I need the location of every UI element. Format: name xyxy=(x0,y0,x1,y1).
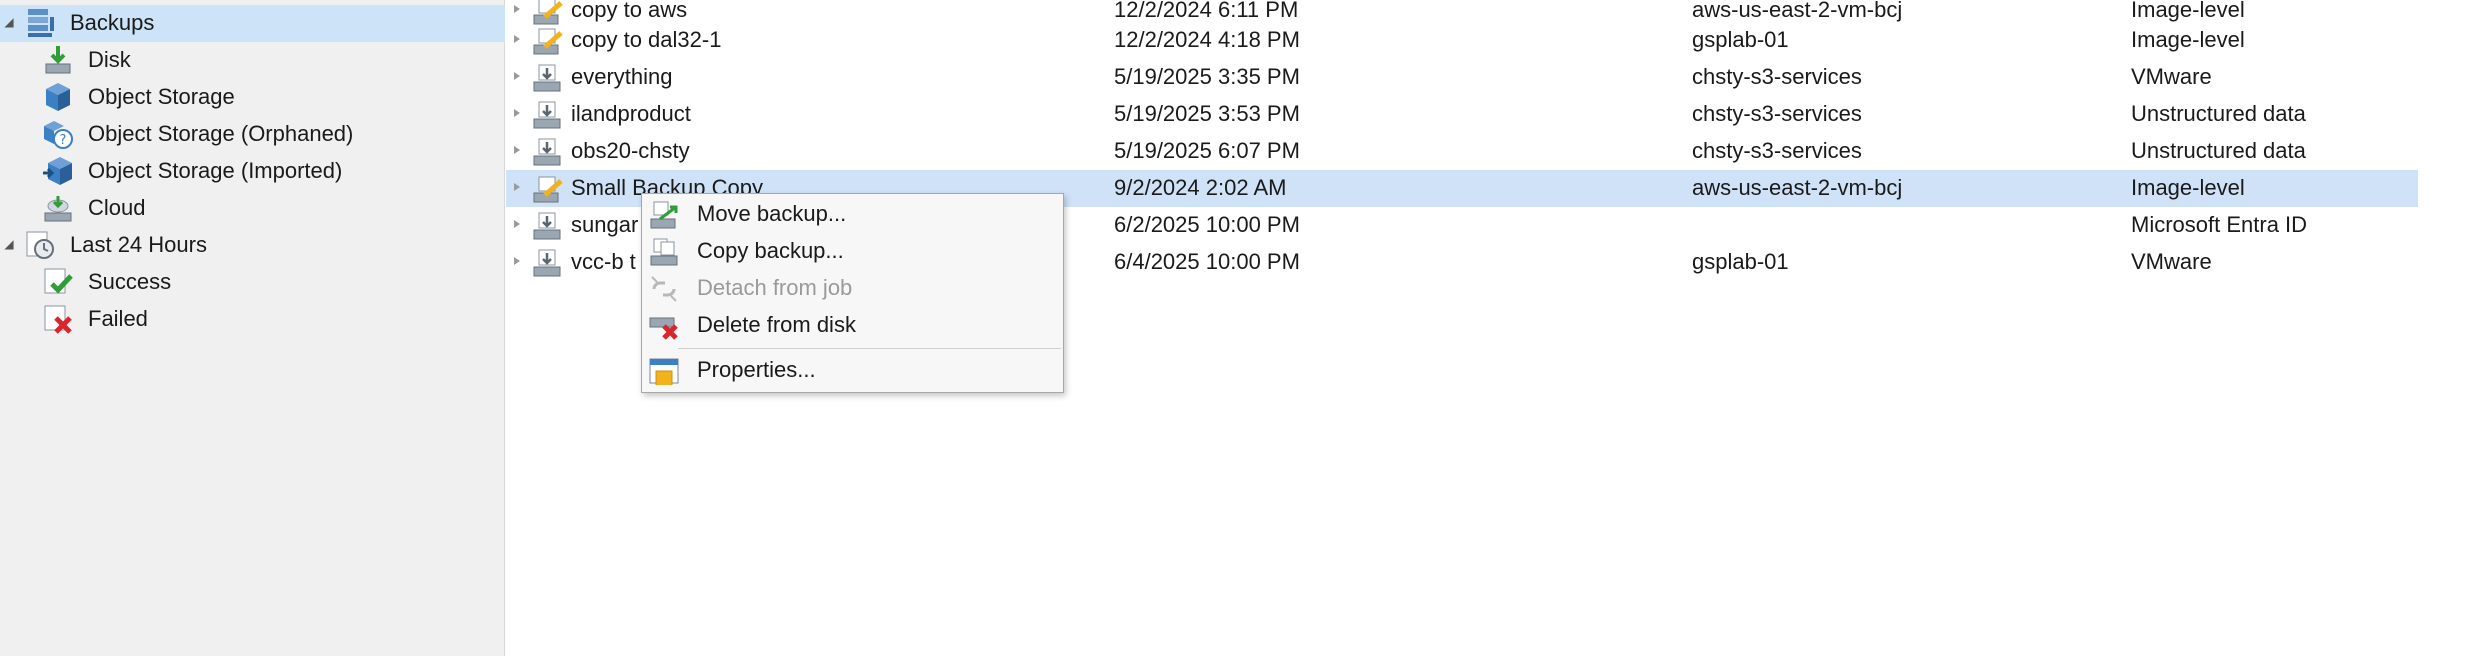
backup-date: 12/2/2024 4:18 PM xyxy=(1114,27,1300,52)
backup-type: VMware xyxy=(2131,249,2212,274)
backup-name: copy to aws xyxy=(571,0,688,22)
tree-item-backups[interactable]: ◢ Backups xyxy=(0,5,505,42)
copy-backup-icon xyxy=(648,236,680,268)
tree-item-label: Disk xyxy=(88,47,131,72)
tree-item-label: Object Storage (Orphaned) xyxy=(88,121,354,146)
menu-item-label: Properties... xyxy=(697,357,816,382)
object-storage-imported-icon xyxy=(42,155,74,187)
backup-date: 6/4/2025 10:00 PM xyxy=(1114,249,1300,274)
menu-item-label: Delete from disk xyxy=(697,312,856,337)
object-storage-icon xyxy=(42,81,74,113)
backup-name: copy to dal32-1 xyxy=(571,27,722,52)
expand-arrow-icon[interactable] xyxy=(514,109,520,117)
last-24-hours-icon xyxy=(24,229,56,261)
disk-icon xyxy=(42,44,74,76)
backup-type: VMware xyxy=(2131,64,2212,89)
backup-repository: chsty-s3-services xyxy=(1692,138,1862,163)
backup-type: Image-level xyxy=(2131,0,2245,22)
backup-name: everything xyxy=(571,64,673,89)
table-row[interactable]: ilandproduct 5/19/2025 3:53 PM chsty-s3-… xyxy=(506,96,2418,133)
backup-date: 9/2/2024 2:02 AM xyxy=(1114,175,1287,200)
backup-name: obs20-chsty xyxy=(571,138,690,163)
tree-item-label: Cloud xyxy=(88,195,146,220)
tree-item-label: Object Storage (Imported) xyxy=(88,158,343,183)
tree-item-label: Last 24 Hours xyxy=(70,232,207,257)
expand-arrow-icon[interactable] xyxy=(514,72,520,80)
backup-type: Microsoft Entra ID xyxy=(2131,212,2308,237)
backup-date: 6/2/2025 10:00 PM xyxy=(1114,212,1300,237)
menu-item-detach-from-job[interactable]: Detach from job xyxy=(642,270,1063,307)
backup-job-icon xyxy=(531,210,563,242)
backup-repository: gsplab-01 xyxy=(1692,249,1789,274)
backup-type: Image-level xyxy=(2131,27,2245,52)
backup-console-window: ◢ Backups Disk Object Storage ? Object S… xyxy=(0,0,2486,656)
backup-copy-icon xyxy=(531,25,563,57)
backup-name: ilandproduct xyxy=(571,101,691,126)
tree-item-cloud[interactable]: Cloud xyxy=(0,190,505,227)
expand-arrow-icon[interactable] xyxy=(514,35,520,43)
menu-item-delete-from-disk[interactable]: Delete from disk xyxy=(642,307,1063,344)
table-row[interactable]: everything 5/19/2025 3:35 PM chsty-s3-se… xyxy=(506,59,2418,96)
tree-item-label: Backups xyxy=(70,10,155,35)
backup-copy-icon xyxy=(531,173,563,205)
backup-name: vcc-b t xyxy=(571,249,636,274)
svg-text:?: ? xyxy=(60,133,67,148)
expand-arrow-icon[interactable] xyxy=(514,146,520,154)
tree-item-label: Success xyxy=(88,269,172,294)
tree-item-object-storage-orphaned[interactable]: ? Object Storage (Orphaned) xyxy=(0,116,505,153)
expand-arrow-icon[interactable] xyxy=(514,257,520,265)
backup-repository: chsty-s3-services xyxy=(1692,101,1862,126)
backup-repository: gsplab-01 xyxy=(1692,27,1789,52)
backup-job-icon xyxy=(531,247,563,279)
backup-repository: chsty-s3-services xyxy=(1692,64,1862,89)
expand-arrow-icon[interactable] xyxy=(514,220,520,228)
backup-repository: aws-us-east-2-vm-bcj xyxy=(1692,175,1903,200)
move-backup-icon xyxy=(648,199,680,231)
menu-item-label: Copy backup... xyxy=(697,238,844,263)
menu-item-move-backup[interactable]: Move backup... xyxy=(642,196,1063,233)
inventory-tree: ◢ Backups Disk Object Storage ? Object S… xyxy=(0,0,505,656)
backup-date: 12/2/2024 6:11 PM xyxy=(1114,0,1299,22)
menu-item-label: Move backup... xyxy=(697,201,847,226)
detach-icon xyxy=(648,273,680,305)
backup-job-icon xyxy=(531,62,563,94)
expand-arrow-icon[interactable] xyxy=(514,183,520,191)
tree-item-label: Failed xyxy=(88,306,148,331)
cloud-icon xyxy=(42,192,74,224)
tree-item-last-24-hours[interactable]: ◢ Last 24 Hours xyxy=(0,227,505,264)
backup-job-icon xyxy=(531,136,563,168)
menu-separator xyxy=(678,348,1061,349)
menu-item-copy-backup[interactable]: Copy backup... xyxy=(642,233,1063,270)
properties-icon xyxy=(648,355,680,387)
backups-icon xyxy=(24,7,56,39)
tree-item-object-storage[interactable]: Object Storage xyxy=(0,79,505,116)
backup-type: Unstructured data xyxy=(2131,138,2306,163)
backup-date: 5/19/2025 6:07 PM xyxy=(1114,138,1300,163)
menu-item-label: Detach from job xyxy=(697,275,853,300)
backup-repository: aws-us-east-2-vm-bcj xyxy=(1692,0,1903,22)
backup-date: 5/19/2025 3:53 PM xyxy=(1114,101,1300,126)
tree-item-success[interactable]: Success xyxy=(0,264,505,301)
backup-name: sungar xyxy=(571,212,639,237)
expand-arrow-icon[interactable] xyxy=(514,5,520,13)
collapse-arrow-icon[interactable]: ◢ xyxy=(2,15,16,29)
backup-context-menu: Move backup... Copy backup... Detach fro… xyxy=(641,193,1064,393)
tree-item-failed[interactable]: Failed xyxy=(0,301,505,338)
backup-job-icon xyxy=(531,99,563,131)
tree-item-disk[interactable]: Disk xyxy=(0,42,505,79)
backup-date: 5/19/2025 3:35 PM xyxy=(1114,64,1300,89)
menu-item-properties[interactable]: Properties... xyxy=(642,352,1063,389)
failed-icon xyxy=(42,303,74,335)
table-row[interactable]: copy to dal32-1 12/2/2024 4:18 PM gsplab… xyxy=(506,22,2418,59)
collapse-arrow-icon[interactable]: ◢ xyxy=(2,237,16,251)
tree-item-label: Object Storage xyxy=(88,84,235,109)
backup-type: Image-level xyxy=(2131,175,2245,200)
table-row[interactable]: obs20-chsty 5/19/2025 6:07 PM chsty-s3-s… xyxy=(506,133,2418,170)
success-icon xyxy=(42,266,74,298)
backup-type: Unstructured data xyxy=(2131,101,2306,126)
delete-from-disk-icon xyxy=(648,310,680,342)
tree-item-object-storage-imported[interactable]: Object Storage (Imported) xyxy=(0,153,505,190)
object-storage-orphaned-icon: ? xyxy=(42,118,74,150)
